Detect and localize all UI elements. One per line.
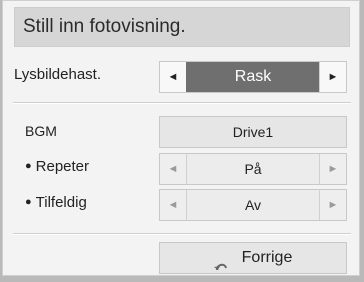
slide-speed-label: Lysbildehast.: [14, 66, 101, 83]
random-selector[interactable]: ◄ Av ►: [159, 189, 347, 221]
repeat-value: På: [244, 161, 262, 177]
slide-speed-value: Rask: [186, 62, 320, 92]
bgm-button[interactable]: Drive1: [159, 116, 347, 148]
divider: [13, 233, 351, 235]
photo-settings-dialog: Still inn fotovisning. Lysbildehast. ◄ R…: [2, 0, 360, 276]
dialog-title: Still inn fotovisning.: [23, 16, 186, 37]
random-left-arrow-icon[interactable]: ◄: [160, 190, 187, 220]
back-label: Forrige: [241, 249, 293, 266]
repeat-left-arrow-icon[interactable]: ◄: [160, 154, 187, 184]
repeat-selector[interactable]: ◄ På ►: [159, 153, 347, 185]
repeat-right-arrow-icon[interactable]: ►: [319, 154, 346, 184]
bullet-icon: ●: [25, 196, 32, 209]
title-bar: Still inn fotovisning.: [14, 7, 350, 47]
back-button[interactable]: Forrige: [159, 242, 347, 274]
slide-speed-right-arrow-icon[interactable]: ►: [319, 62, 346, 92]
divider: [13, 102, 351, 104]
random-label: Tilfeldig: [35, 194, 87, 211]
bgm-label: BGM: [25, 123, 57, 139]
random-label-row: ● Tilfeldig: [25, 194, 87, 211]
slide-speed-left-arrow-icon[interactable]: ◄: [160, 62, 187, 92]
random-right-arrow-icon[interactable]: ►: [319, 190, 346, 220]
slide-speed-selector[interactable]: ◄ Rask ►: [159, 61, 347, 93]
random-value: Av: [244, 197, 262, 213]
return-arrow-icon: [213, 252, 230, 270]
repeat-label-row: ● Repeter: [25, 158, 89, 175]
bullet-icon: ●: [25, 160, 32, 173]
repeat-label: Repeter: [35, 158, 90, 175]
